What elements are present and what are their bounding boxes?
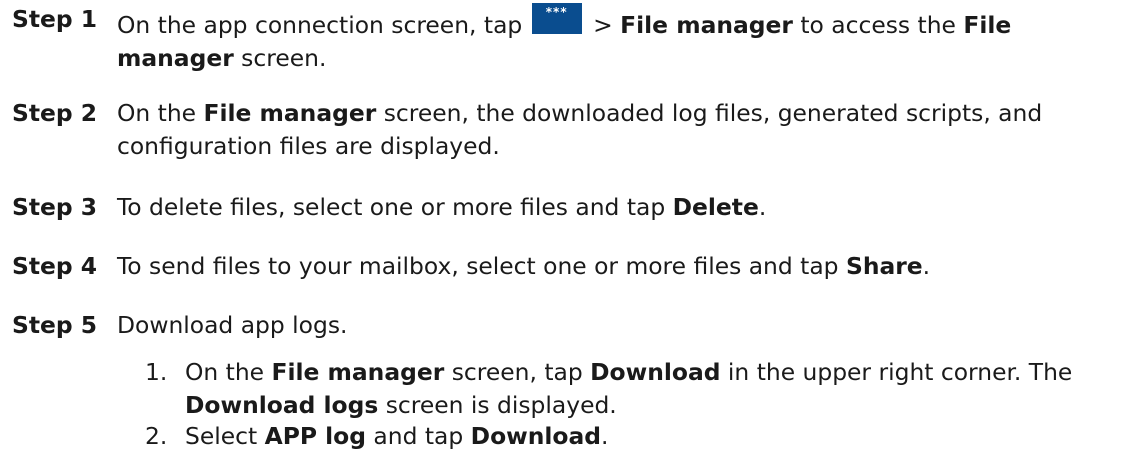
text-run: On the: [185, 358, 272, 386]
step-text: Download app logs.: [117, 309, 1077, 342]
text-run: .: [922, 252, 931, 280]
step-label: Step 1: [12, 5, 98, 33]
text-run: .: [758, 193, 767, 221]
step-text: To delete files, select one or more file…: [117, 191, 1077, 224]
text-run: >: [585, 11, 621, 39]
text-run: screen is displayed.: [378, 391, 617, 419]
substep-text: On the File manager screen, tap Download…: [185, 356, 1085, 422]
ui-term: Download logs: [185, 391, 379, 419]
step-text: On the File manager screen, the download…: [117, 97, 1077, 163]
ui-term: Download: [470, 422, 602, 450]
ui-term: Share: [845, 252, 923, 280]
ui-term: File manager: [271, 358, 445, 386]
ui-term: Delete: [672, 193, 759, 221]
substep-number: 1.: [145, 358, 168, 386]
ui-term: File manager: [620, 11, 793, 39]
text-run: On the app connection screen, tap: [117, 11, 530, 39]
text-run: Select: [185, 422, 265, 450]
text-run: and tap: [365, 422, 471, 450]
more-icon: ***: [531, 3, 582, 34]
text-run: On the: [117, 99, 204, 127]
step-text: On the app connection screen, tap *** > …: [117, 3, 1077, 75]
text-run: to access the: [792, 11, 964, 39]
text-run: Download app logs.: [117, 311, 348, 339]
ui-term: Download: [590, 358, 721, 386]
step-label: Step 3: [12, 193, 98, 221]
ui-term: File manager: [203, 99, 377, 127]
text-run: .: [601, 422, 609, 450]
more-icon-glyph: ***: [545, 5, 568, 19]
step-label: Step 4: [12, 252, 98, 280]
substep-number: 2.: [145, 422, 168, 450]
text-run: screen.: [233, 44, 327, 72]
text-run: in the upper right corner. The: [720, 358, 1073, 386]
text-run: screen, tap: [444, 358, 591, 386]
step-label: Step 5: [12, 311, 98, 339]
text-run: To send files to your mailbox, select on…: [117, 252, 846, 280]
substep-text: Select APP log and tap Download.: [185, 420, 1085, 453]
text-run: To delete files, select one or more file…: [117, 193, 673, 221]
step-label: Step 2: [12, 99, 98, 127]
ui-term: APP log: [264, 422, 366, 450]
step-text: To send files to your mailbox, select on…: [117, 250, 1077, 283]
